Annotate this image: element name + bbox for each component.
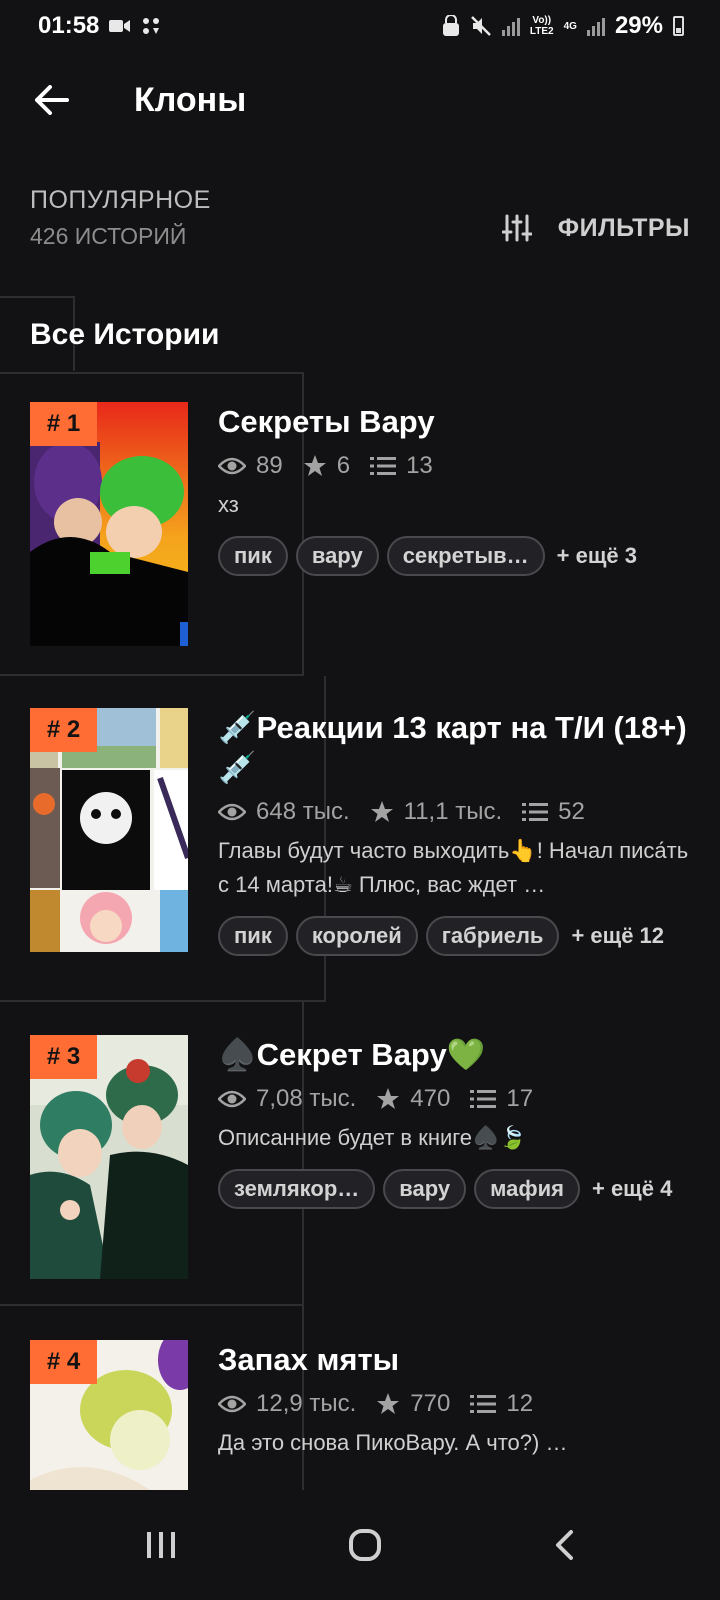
story-description: Да это снова ПикоВару. А что?) … [218, 1430, 568, 1455]
tag-chip[interactable]: королей [295, 916, 418, 956]
battery-percent: 29% [614, 12, 663, 39]
story-stats: 7,08 тыс. 470 17 [218, 1085, 698, 1113]
more-tags-link[interactable]: + ещё 4 [592, 1176, 672, 1202]
tag-list: землякор… вару мафия + ещё 4 [218, 1169, 698, 1209]
views-count: 648 тыс. [256, 798, 350, 825]
system-back-button[interactable] [553, 1529, 575, 1561]
tag-chip[interactable]: мафия [474, 1169, 580, 1209]
sort-selector[interactable]: ПОПУЛЯРНОЕ 426 ИСТОРИЙ [30, 186, 211, 250]
mute-icon [471, 16, 491, 36]
votes-count: 470 [410, 1085, 451, 1112]
apps-notification-icon [143, 18, 160, 34]
story-info: 💉Реакции 13 карт на Т/И (18+)💉 648 тыс. … [218, 708, 698, 956]
eye-icon [218, 1090, 246, 1108]
tag-chip[interactable]: секретыв… [386, 536, 545, 576]
star-icon [370, 801, 393, 822]
rank-badge: # 1 [30, 402, 97, 446]
story-stats: 89 6 13 [218, 452, 698, 480]
signal-2-icon [586, 16, 605, 36]
status-time: 01:58 [38, 12, 100, 39]
eye-icon [218, 1395, 246, 1413]
sort-title: ПОПУЛЯРНОЕ [30, 186, 211, 214]
page-title: Клоны [134, 80, 247, 119]
votes-count: 6 [336, 452, 351, 479]
tag-chip[interactable]: вару [383, 1169, 467, 1209]
more-tags-link[interactable]: + ещё 12 [571, 923, 664, 949]
story-description: Главы будут часто выходить👆! Начал писа́… [218, 838, 689, 897]
system-nav-bar [0, 1490, 720, 1600]
tag-chip[interactable]: вару [295, 536, 379, 576]
star-icon [377, 1088, 400, 1109]
list-icon [522, 803, 549, 821]
story-description: Описанние будет в книге♠️🍃 [218, 1125, 527, 1150]
story-cover[interactable]: # 3 [30, 1035, 188, 1279]
home-button[interactable] [348, 1528, 382, 1562]
story-title[interactable]: Запах мяты [218, 1340, 698, 1380]
tag-chip[interactable]: габриель [425, 916, 560, 956]
story-info: Секреты Вару 89 6 13 хз пик вару секреты… [218, 402, 698, 576]
list-heading: Все Истории [30, 318, 220, 351]
volte-label: Vo)) [532, 15, 552, 26]
star-icon [377, 1393, 400, 1414]
network-type: 4G [563, 20, 577, 32]
views-count: 12,9 тыс. [256, 1390, 357, 1417]
filters-button[interactable]: ФИЛЬТРЫ [501, 206, 690, 250]
story-cover[interactable]: # 1 [30, 402, 188, 646]
story-info: ♠️Секрет Вару💚 7,08 тыс. 470 17 Описанни… [218, 1035, 698, 1209]
parts-count: 13 [406, 452, 433, 479]
story-item[interactable]: # 4 Запах мяты 12,9 тыс. 770 12 Да это с… [0, 1340, 720, 1510]
status-bar: 01:58 Vo)) LTE2 4G 29% [0, 0, 720, 52]
eye-icon [218, 803, 246, 821]
battery-icon [673, 16, 684, 36]
views-count: 89 [256, 452, 283, 479]
recent-apps-button[interactable] [145, 1530, 177, 1560]
list-icon [470, 1090, 497, 1108]
parts-count: 52 [558, 798, 585, 825]
more-tags-link[interactable]: + ещё 3 [557, 543, 637, 569]
story-stats: 648 тыс. 11,1 тыс. 52 [218, 798, 698, 826]
story-title[interactable]: Секреты Вару [218, 402, 698, 442]
tag-chip[interactable]: пик [218, 916, 288, 956]
votes-count: 770 [410, 1390, 451, 1417]
story-count: 426 ИСТОРИЙ [30, 223, 187, 249]
views-count: 7,08 тыс. [256, 1085, 357, 1112]
story-stats: 12,9 тыс. 770 12 [218, 1390, 698, 1418]
lte-label: LTE2 [529, 26, 554, 37]
tag-list: пик королей габриель + ещё 12 [218, 916, 698, 956]
story-title[interactable]: 💉Реакции 13 карт на Т/И (18+)💉 [218, 708, 698, 788]
sliders-icon [501, 214, 532, 242]
recycle-lock-icon [442, 15, 459, 36]
back-button[interactable] [22, 70, 82, 130]
tag-chip[interactable]: землякор… [218, 1169, 376, 1209]
rank-badge: # 3 [30, 1035, 97, 1079]
arrow-left-icon [35, 85, 69, 115]
rank-badge: # 2 [30, 708, 97, 752]
star-icon [303, 455, 326, 476]
rank-badge: # 4 [30, 1340, 97, 1384]
video-camera-icon [109, 20, 131, 32]
list-icon [370, 457, 397, 475]
story-item[interactable]: # 2 💉Реакции 13 карт на Т/И (18+)💉 648 т… [0, 708, 720, 958]
story-description: хз [218, 492, 239, 517]
parts-count: 12 [506, 1390, 534, 1417]
app-bar: Клоны [0, 58, 720, 142]
list-icon [470, 1395, 497, 1413]
story-item[interactable]: # 3 ♠️Секрет Вару💚 7,08 тыс. 470 17 Опис… [0, 1035, 720, 1285]
story-item[interactable]: # 1 Секреты Вару 89 6 13 хз пик вару сек… [0, 402, 720, 652]
signal-icon [501, 16, 520, 36]
tag-list: пик вару секретыв… + ещё 3 [218, 536, 698, 576]
story-cover[interactable]: # 4 [30, 1340, 188, 1510]
story-info: Запах мяты 12,9 тыс. 770 12 Да это снова… [218, 1340, 698, 1460]
story-title[interactable]: ♠️Секрет Вару💚 [218, 1035, 698, 1075]
parts-count: 17 [506, 1085, 534, 1112]
tag-chip[interactable]: пик [218, 536, 288, 576]
story-cover[interactable]: # 2 [30, 708, 188, 952]
section-header: ПОПУЛЯРНОЕ 426 ИСТОРИЙ ФИЛЬТРЫ [30, 186, 690, 250]
votes-count: 11,1 тыс. [403, 798, 503, 825]
eye-icon [218, 457, 246, 475]
filters-label: ФИЛЬТРЫ [557, 213, 690, 242]
